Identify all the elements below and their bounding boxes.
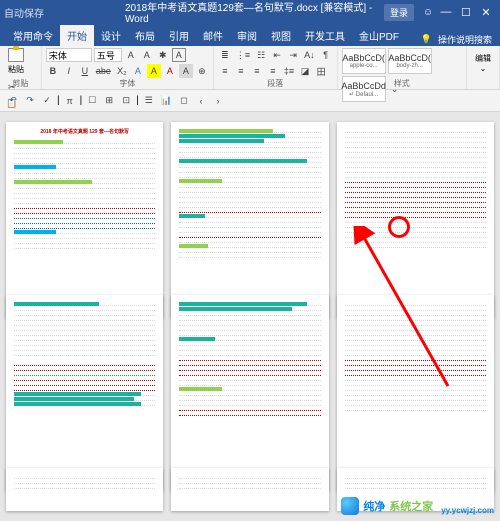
page-thumb-5[interactable] xyxy=(171,295,328,491)
ribbon-group-clipboard: 粘贴 ✂ 📋 🖌 剪贴 xyxy=(0,46,42,89)
subscript-button[interactable]: X₂ xyxy=(115,64,129,78)
multilevel-icon[interactable]: ☷ xyxy=(254,48,268,62)
underline-button[interactable]: U xyxy=(78,64,92,78)
char-shading-button[interactable]: A xyxy=(179,64,193,78)
tab-jspdf[interactable]: 金山PDF xyxy=(352,25,406,46)
bold-button[interactable]: B xyxy=(46,64,60,78)
font-size-select[interactable]: 五号 xyxy=(94,48,122,62)
face-icon[interactable]: ☺ xyxy=(420,4,436,20)
style-item-1[interactable]: AaBbCcD( apple-co... xyxy=(342,48,386,74)
phonetic-icon[interactable]: ✱ xyxy=(156,48,170,62)
login-button[interactable]: 登录 xyxy=(384,4,414,21)
ribbon-group-font: 宋体 五号 A A ✱ A B I U abe X₂ A A A A xyxy=(42,46,214,89)
grow-font-icon[interactable]: A xyxy=(124,48,138,62)
qat-box2-icon[interactable]: ⊞ xyxy=(102,94,116,108)
shading-icon[interactable]: ◪ xyxy=(298,64,312,78)
qat-lines-icon[interactable]: ☰ xyxy=(142,94,156,108)
tab-review[interactable]: 审阅 xyxy=(230,25,264,46)
page-thumb-7[interactable] xyxy=(6,468,163,511)
ribbon-group-editing: 编辑 ⌄ xyxy=(467,46,500,89)
qat-box3-icon[interactable]: ⊡ xyxy=(119,94,133,108)
clipboard-icon xyxy=(8,48,24,62)
page-thumb-2[interactable] xyxy=(171,122,328,318)
style-item-2[interactable]: AaBbCcD( body-zh... xyxy=(388,48,432,74)
qat-check-icon[interactable]: ✓ xyxy=(40,94,54,108)
tell-me-icon: 💡 xyxy=(421,34,432,45)
watermark: 纯净系统之家 yy.ycwjzj.com xyxy=(341,497,494,515)
tell-me[interactable]: 💡 操作说明搜索 xyxy=(421,33,500,46)
qat-prev-icon[interactable]: ‹ xyxy=(194,94,208,108)
paragraph-group-label: 段落 xyxy=(218,78,333,89)
styles-group-label: 样式 xyxy=(342,78,462,89)
restore-button[interactable]: ☐ xyxy=(456,2,476,22)
titlebar: 自动保存 2018年中考语文真题129套—名句默写.docx [兼容模式] - … xyxy=(0,0,500,24)
tab-commands[interactable]: 常用命令 xyxy=(6,25,60,46)
tab-developer[interactable]: 开发工具 xyxy=(298,25,352,46)
tab-home[interactable]: 开始 xyxy=(60,25,94,46)
equation-icon[interactable]: π xyxy=(63,94,77,108)
align-center-icon[interactable]: ≡ xyxy=(234,64,248,78)
document-area[interactable]: 2018 年中考语文真题 129 套—名句默写 xyxy=(0,112,500,521)
qat-next-icon[interactable]: › xyxy=(211,94,225,108)
paste-label: 粘贴 xyxy=(8,64,24,75)
qat-box1-icon[interactable]: ☐ xyxy=(85,94,99,108)
qat-rect-icon[interactable]: ◻ xyxy=(177,94,191,108)
shrink-font-icon[interactable]: A xyxy=(140,48,154,62)
window-controls: 登录 ☺ — ☐ ✕ xyxy=(384,2,496,22)
enclose-button[interactable]: ⊕ xyxy=(195,64,209,78)
watermark-logo-icon xyxy=(341,497,359,515)
tab-mailings[interactable]: 邮件 xyxy=(196,25,230,46)
align-right-icon[interactable]: ≡ xyxy=(250,64,264,78)
bullets-icon[interactable]: ≣ xyxy=(218,48,232,62)
editing-label: 编辑 xyxy=(475,53,491,64)
font-group-label: 字体 xyxy=(46,78,209,89)
borders-icon[interactable]: 田 xyxy=(314,64,328,78)
close-button[interactable]: ✕ xyxy=(476,2,496,22)
page-thumb-6[interactable] xyxy=(337,295,494,491)
document-title: 2018年中考语文真题129套—名句默写.docx [兼容模式] - Word xyxy=(125,0,375,25)
numbering-icon[interactable]: ⋮≡ xyxy=(234,48,252,62)
sort-icon[interactable]: A↓ xyxy=(302,48,317,62)
tab-layout[interactable]: 布局 xyxy=(128,25,162,46)
autosave-label: 自动保存 xyxy=(4,5,44,20)
page-thumb-1[interactable]: 2018 年中考语文真题 129 套—名句默写 xyxy=(6,122,163,318)
undo-icon[interactable]: ↶ xyxy=(6,94,20,108)
page-thumb-8[interactable] xyxy=(171,468,328,511)
ribbon-group-styles: AaBbCcD( apple-co... AaBbCcD( body-zh...… xyxy=(338,46,467,89)
font-color-button[interactable]: A xyxy=(163,64,177,78)
tab-references[interactable]: 引用 xyxy=(162,25,196,46)
show-marks-icon[interactable]: ¶ xyxy=(319,48,333,62)
indent-inc-icon[interactable]: ⇥ xyxy=(286,48,300,62)
clipboard-group-label: 剪贴 xyxy=(4,78,37,89)
align-left-icon[interactable]: ≡ xyxy=(218,64,232,78)
align-justify-icon[interactable]: ≡ xyxy=(266,64,280,78)
page-thumb-4[interactable] xyxy=(6,295,163,491)
ribbon: 粘贴 ✂ 📋 🖌 剪贴 宋体 五号 A A ✱ A B xyxy=(0,46,500,90)
indent-dec-icon[interactable]: ⇤ xyxy=(270,48,284,62)
page-thumb-3[interactable] xyxy=(337,122,494,318)
doc-heading: 2018 年中考语文真题 129 套—名句默写 xyxy=(14,128,155,136)
qat-chart-icon[interactable]: 📊 xyxy=(159,94,174,108)
paste-button[interactable]: 粘贴 xyxy=(4,48,28,78)
ribbon-group-paragraph: ≣ ⋮≡ ☷ ⇤ ⇥ A↓ ¶ ≡ ≡ ≡ ≡ ‡≡ ◪ 田 xyxy=(214,46,338,89)
tab-design[interactable]: 设计 xyxy=(94,25,128,46)
minimize-button[interactable]: — xyxy=(436,2,456,22)
ribbon-tabs: 常用命令 开始 设计 布局 引用 邮件 审阅 视图 开发工具 金山PDF 💡 操… xyxy=(0,24,500,46)
strike-button[interactable]: abe xyxy=(94,64,113,78)
italic-button[interactable]: I xyxy=(62,64,76,78)
tab-view[interactable]: 视图 xyxy=(264,25,298,46)
font-name-select[interactable]: 宋体 xyxy=(46,48,92,62)
editing-button[interactable]: 编辑 ⌄ xyxy=(471,48,495,78)
highlight-button[interactable]: A xyxy=(147,64,161,78)
text-effects-button[interactable]: A xyxy=(131,64,145,78)
redo-icon[interactable]: ↷ xyxy=(23,94,37,108)
line-spacing-icon[interactable]: ‡≡ xyxy=(282,64,296,78)
character-border-icon[interactable]: A xyxy=(172,48,186,62)
quick-access-toolbar: ↶ ↷ ✓ | π | ☐ ⊞ ⊡ | ☰ 📊 ◻ ‹ › xyxy=(0,90,500,112)
tell-me-text: 操作说明搜索 xyxy=(438,33,492,46)
chevron-down-icon: ⌄ xyxy=(480,64,487,73)
